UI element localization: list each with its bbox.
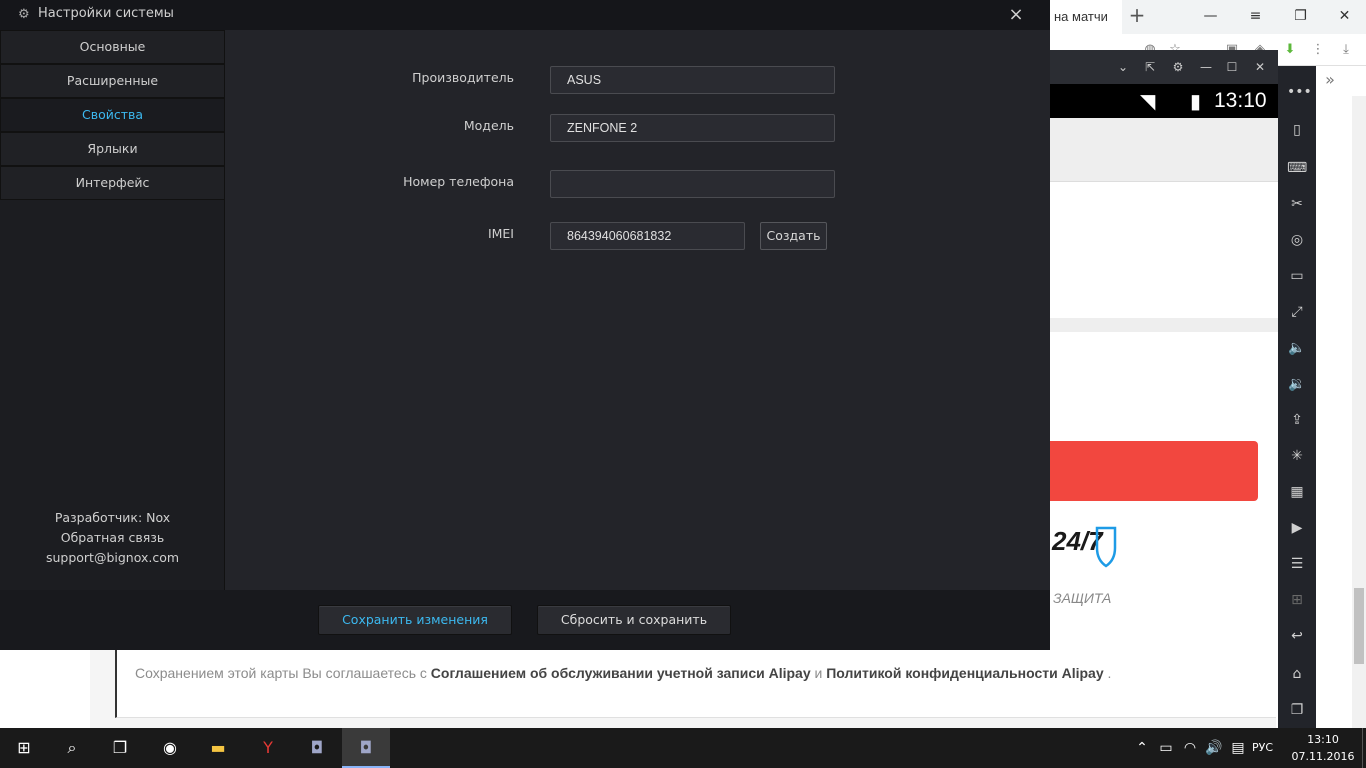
dialog-close-button[interactable]: × xyxy=(1004,3,1028,27)
settings-dialog: ⚙ Настройки системы × Основные Расширенн… xyxy=(0,0,1050,650)
status-clock: 13:10 xyxy=(1214,89,1267,112)
battery-tray-icon[interactable]: ▭ xyxy=(1156,728,1176,768)
new-tab-button[interactable]: + xyxy=(1125,4,1149,28)
close-window-button[interactable]: ✕ xyxy=(1322,0,1366,34)
emulator-titlebar: ⌄ ⇱ ⚙ — ☐ ✕ xyxy=(1050,50,1278,84)
feedback-link[interactable]: Обратная связь xyxy=(0,528,225,548)
nox-player-icon[interactable]: ◘ xyxy=(342,728,390,768)
protection-label: ЗАЩИТА xyxy=(1053,590,1112,606)
scrollbar-thumb[interactable] xyxy=(1354,588,1364,664)
create-imei-button[interactable]: Создать xyxy=(760,222,827,250)
more-icon[interactable]: ••• xyxy=(1287,82,1312,102)
video-record-icon[interactable]: ▶ xyxy=(1287,518,1307,538)
volume-up-icon[interactable]: 🔈 xyxy=(1287,338,1307,358)
chevron-up-icon[interactable]: ⌃ xyxy=(1132,728,1152,768)
volume-icon[interactable]: 🔊 xyxy=(1204,728,1224,768)
reset-and-save-button[interactable]: Сбросить и сохранить xyxy=(537,605,731,635)
save-changes-button[interactable]: Сохранить изменения xyxy=(318,605,512,635)
clock-time: 13:10 xyxy=(1307,733,1339,746)
gear-icon[interactable]: ⚙ xyxy=(1168,57,1188,77)
dialog-title: Настройки системы xyxy=(38,6,174,21)
agreement-text: Сохранением этой карты Вы соглашаетесь с… xyxy=(115,650,1276,718)
agreement-middle: и xyxy=(814,665,823,681)
back-icon[interactable]: ↩ xyxy=(1287,626,1307,646)
app-header xyxy=(1050,118,1278,182)
clock-date: 07.11.2016 xyxy=(1291,750,1355,763)
chevron-down-icon[interactable]: ⌄ xyxy=(1113,57,1133,77)
search-icon[interactable]: ⌕ xyxy=(48,728,96,768)
manufacturer-label: Производитель xyxy=(412,70,514,85)
service-agreement-link[interactable]: Соглашением об обслуживании учетной запи… xyxy=(431,665,811,681)
manufacturer-field[interactable]: ASUS xyxy=(550,66,835,94)
task-view-icon[interactable]: ❐ xyxy=(96,728,144,768)
close-icon[interactable]: ✕ xyxy=(1250,57,1270,77)
shield-icon xyxy=(1095,526,1117,568)
multi-instance-icon[interactable]: ☰ xyxy=(1287,554,1307,574)
agreement-prefix: Сохранением этой карты Вы соглашаетесь с xyxy=(135,665,427,681)
start-icon[interactable]: ⊞ xyxy=(0,728,48,768)
folder-icon[interactable]: ▬ xyxy=(194,728,242,768)
add-icon[interactable]: ⊞ xyxy=(1287,590,1307,610)
wifi-tray-icon[interactable]: ◠ xyxy=(1180,728,1200,768)
browser-tab[interactable]: на матчи xyxy=(1050,0,1122,34)
agreement-suffix: . xyxy=(1107,665,1112,681)
emulator-window: ⌄ ⇱ ⚙ — ☐ ✕ ◥ ▮ 13:10 24/7 ЗАЩИТА ••• ▯ … xyxy=(1050,50,1350,728)
restore-button[interactable]: ❐ xyxy=(1278,0,1323,34)
language-indicator[interactable]: РУС xyxy=(1252,728,1273,768)
windows-taskbar: ⊞ ⌕ ❐ ◉ ▬ Y ◘ ◘ ⌃ ▭ ◠ 🔊 ▤ РУС 13:10 07.1… xyxy=(0,728,1366,768)
nav-item-interface[interactable]: Интерфейс xyxy=(0,166,225,200)
settings-icon: ⚙ xyxy=(18,7,30,22)
file-transfer-icon[interactable]: ▦ xyxy=(1287,482,1307,502)
android-status-bar: ◥ ▮ 13:10 xyxy=(1050,84,1278,118)
nav-item-shortcuts[interactable]: Ярлыки xyxy=(0,132,225,166)
taskbar-clock[interactable]: 13:10 07.11.2016 xyxy=(1288,731,1358,765)
nav-item-general[interactable]: Основные xyxy=(0,30,225,64)
wifi-icon: ◥ xyxy=(1140,91,1156,113)
model-label: Модель xyxy=(463,118,514,133)
confirm-button[interactable] xyxy=(1050,441,1258,501)
keyboard-icon[interactable]: ⌨ xyxy=(1287,158,1307,178)
section-divider xyxy=(1050,318,1278,332)
steam-icon[interactable]: ◉ xyxy=(146,728,194,768)
privacy-policy-link[interactable]: Политикой конфиденциальности Alipay xyxy=(826,665,1103,681)
pin-icon[interactable]: ⇱ xyxy=(1140,57,1160,77)
emulator-toolbar: ••• ▯ ⌨ ✂ ◎ ▭ ⤢ 🔈 🔉 ⇪ ✳ ▦ ▶ ☰ ⊞ ↩ ⌂ ❐ xyxy=(1278,66,1316,728)
scissors-icon[interactable]: ✂ xyxy=(1287,194,1307,214)
phone-label: Номер телефона xyxy=(403,174,514,189)
model-field[interactable]: ZENFONE 2 xyxy=(550,114,835,142)
screen-icon[interactable]: ▭ xyxy=(1287,266,1307,286)
dialog-footer: Сохранить изменения Сбросить и сохранить xyxy=(0,590,1050,650)
developer-label: Разработчик: Nox xyxy=(54,510,171,525)
nox-multi-icon[interactable]: ◘ xyxy=(293,728,341,768)
maximize-icon[interactable]: ☐ xyxy=(1222,57,1242,77)
recent-apps-icon[interactable]: ❐ xyxy=(1287,700,1307,720)
phone-field[interactable] xyxy=(550,170,835,198)
menu-icon[interactable]: ≡ xyxy=(1233,0,1278,34)
shake-icon[interactable]: ▯ xyxy=(1287,120,1307,140)
yandex-browser-icon[interactable]: Y xyxy=(244,728,292,768)
show-desktop-button[interactable] xyxy=(1362,728,1366,768)
battery-icon: ▮ xyxy=(1190,91,1202,113)
imei-label: IMEI xyxy=(487,226,514,241)
fullscreen-icon[interactable]: ⤢ xyxy=(1287,302,1307,322)
app-content xyxy=(1050,182,1278,318)
support-email[interactable]: support@bignox.com xyxy=(0,548,225,568)
developer-info: Разработчик: Nox Обратная связь support@… xyxy=(0,508,225,568)
apk-install-icon[interactable]: ⇪ xyxy=(1287,410,1307,430)
page-scrollbar[interactable] xyxy=(1352,96,1366,728)
minimize-button[interactable]: — xyxy=(1188,0,1233,34)
dialog-titlebar: ⚙ Настройки системы × xyxy=(0,0,1050,30)
loading-icon[interactable]: ✳ xyxy=(1287,446,1307,466)
notifications-icon[interactable]: ▤ xyxy=(1228,728,1248,768)
settings-nav: Основные Расширенные Свойства Ярлыки Инт… xyxy=(0,30,225,590)
minimize-icon[interactable]: — xyxy=(1196,57,1216,77)
home-icon[interactable]: ⌂ xyxy=(1287,664,1307,684)
volume-down-icon[interactable]: 🔉 xyxy=(1287,374,1307,394)
location-icon[interactable]: ◎ xyxy=(1287,230,1307,250)
nav-item-advanced[interactable]: Расширенные xyxy=(0,64,225,98)
nav-item-properties[interactable]: Свойства xyxy=(0,98,225,132)
imei-field[interactable]: 864394060681832 xyxy=(550,222,745,250)
